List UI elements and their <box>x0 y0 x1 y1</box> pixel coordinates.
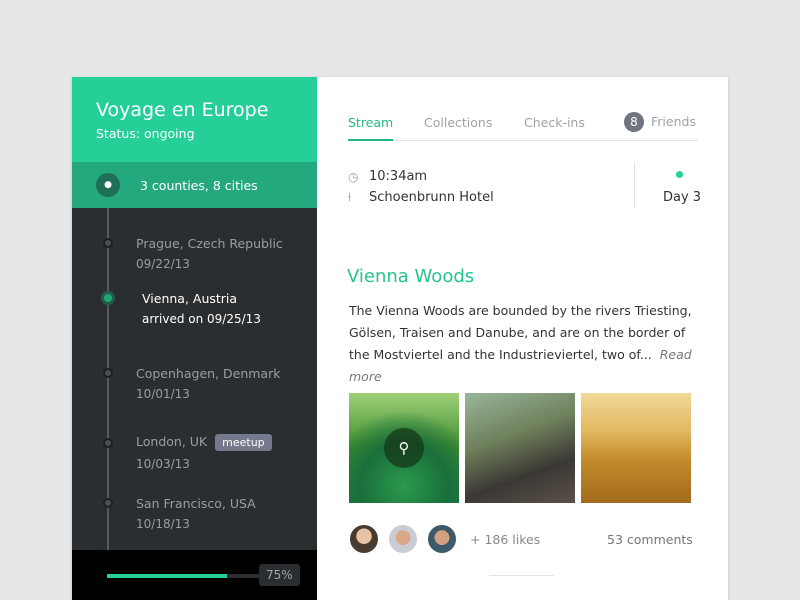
tab-friends[interactable]: 8 Friends <box>624 112 696 132</box>
stop-date: 09/22/13 <box>136 257 190 271</box>
stop-date: arrived on 09/25/13 <box>142 312 261 326</box>
summary-text: 3 counties, 8 cities <box>140 177 258 193</box>
entry-location: Schoenbrunn Hotel <box>369 190 494 205</box>
entry-description: The Vienna Woods are bounded by the rive… <box>349 300 699 388</box>
stop-place: Prague, Czech Republic <box>136 236 283 251</box>
tab-check-ins[interactable]: Check-ins <box>524 115 585 130</box>
progress-bar <box>107 574 267 578</box>
tab-friends-label: Friends <box>651 114 696 129</box>
timeline-dot-icon <box>103 438 113 448</box>
stop-date: 10/03/13 <box>136 457 190 471</box>
timeline-dot-icon <box>103 368 113 378</box>
progress-fill <box>107 574 227 578</box>
trip-summary[interactable]: ● 3 counties, 8 cities <box>72 162 317 208</box>
tab-collections[interactable]: Collections <box>424 115 492 130</box>
tab-stream[interactable]: Stream <box>348 115 394 141</box>
stop-date: 10/18/13 <box>136 517 190 531</box>
meetup-tag[interactable]: meetup <box>215 434 272 451</box>
photo-wheat-field[interactable] <box>581 393 691 503</box>
timeline-dot-active-icon <box>101 291 115 305</box>
trip-card: Voyage en Europe Status: ongoing ● 3 cou… <box>72 77 728 600</box>
entry-meta: ◷ 10:34am ⍿ Schoenbrunn Hotel <box>348 169 494 211</box>
zoom-search-icon[interactable]: ⚲ <box>384 428 424 468</box>
pin-icon: ⍿ <box>348 190 352 204</box>
trip-header: Voyage en Europe Status: ongoing <box>72 77 317 162</box>
avatar[interactable] <box>348 523 380 555</box>
divider <box>634 162 635 208</box>
description-text: The Vienna Woods are bounded by the rive… <box>349 303 692 362</box>
entry-time: 10:34am <box>369 169 428 184</box>
entry-title: Vienna Woods <box>347 266 475 287</box>
comments-link[interactable]: 53 comments <box>607 532 693 547</box>
timeline-dot-icon <box>103 498 113 508</box>
tab-bar: Stream Collections Check-ins 8 Friends <box>348 112 698 141</box>
friends-count-badge: 8 <box>624 112 644 132</box>
stop-place: San Francisco, USA <box>136 496 256 511</box>
progress-label: 75% <box>259 564 300 586</box>
likes-count[interactable]: + 186 likes <box>470 532 540 547</box>
location-pin-icon: ● <box>96 173 120 197</box>
trip-title: Voyage en Europe <box>96 99 269 121</box>
entry-day: Day 3 <box>663 190 702 205</box>
clock-icon: ◷ <box>348 169 359 184</box>
trip-status: Status: ongoing <box>96 126 195 141</box>
timeline-dot-icon <box>103 238 113 248</box>
sidebar: Voyage en Europe Status: ongoing ● 3 cou… <box>72 77 317 600</box>
stop-place: London, UK <box>136 434 208 449</box>
liker-avatars <box>348 523 465 555</box>
avatar[interactable] <box>426 523 458 555</box>
stop-place: Copenhagen, Denmark <box>136 366 281 381</box>
progress-footer: 75% <box>72 550 317 600</box>
main-panel: Stream Collections Check-ins 8 Friends ◷ 1… <box>317 77 728 600</box>
photo-forest-river[interactable]: ⚲ <box>349 393 459 503</box>
stop-date: 10/01/13 <box>136 387 190 401</box>
avatar[interactable] <box>387 523 419 555</box>
stop-place: Vienna, Austria <box>142 291 238 306</box>
photo-woman-road[interactable] <box>465 393 575 503</box>
status-dot-icon <box>676 171 683 178</box>
divider <box>489 575 554 576</box>
